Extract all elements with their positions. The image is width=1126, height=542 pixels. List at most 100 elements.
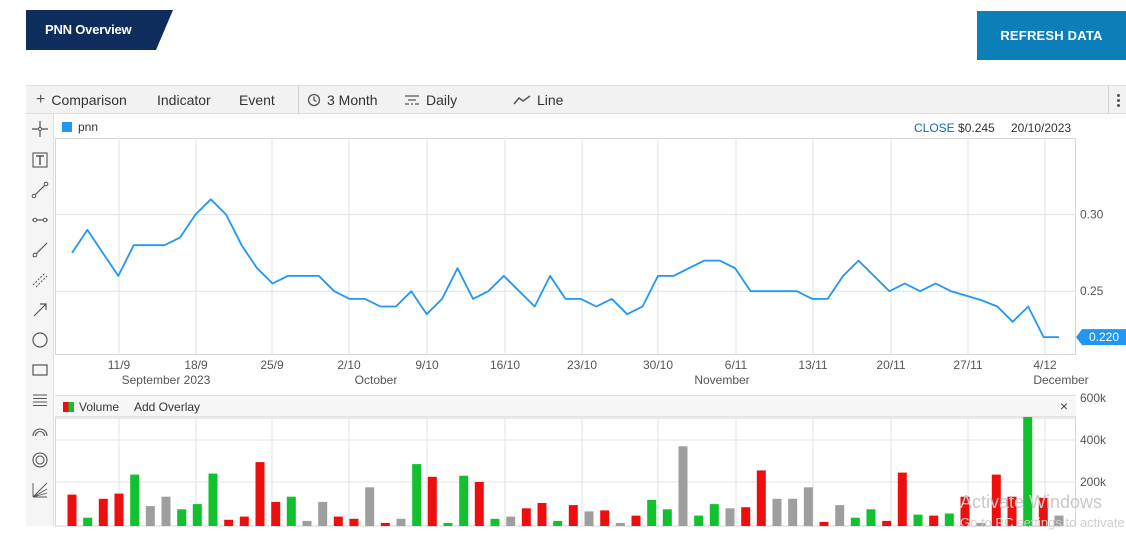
interval-label: Daily [426, 92, 458, 108]
text-tool-icon[interactable] [31, 151, 49, 169]
volume-bar [741, 507, 751, 526]
x-tick-label: 9/10 [415, 358, 439, 372]
volume-bar [302, 520, 312, 526]
clock-icon [307, 93, 321, 107]
volume-y-tick: 200k [1080, 475, 1107, 489]
volume-bar [490, 518, 500, 527]
volume-swatch-icon [63, 402, 74, 412]
fibonacci-lines-icon[interactable] [31, 391, 49, 409]
month-label: September 2023 [122, 373, 211, 387]
channel-icon[interactable] [31, 271, 49, 289]
close-price-readout: CLOSE $0.245 [914, 121, 995, 135]
trend-line-icon[interactable] [31, 181, 49, 199]
volume-bar [678, 446, 688, 526]
rectangle-tool-icon[interactable] [31, 361, 49, 379]
x-tick-label: 4/12 [1033, 358, 1057, 372]
close-volume-panel-icon[interactable]: × [1060, 398, 1068, 414]
volume-bar [145, 506, 155, 526]
fibonacci-circle-icon[interactable] [31, 451, 49, 469]
volume-bar [239, 516, 249, 526]
more-options-icon[interactable] [1110, 86, 1126, 114]
volume-y-tick: 400k [1080, 433, 1107, 447]
interval-icon [405, 95, 419, 105]
series-swatch [62, 122, 72, 132]
activate-windows-watermark: Activate Windows [960, 492, 1103, 512]
volume-bar [506, 516, 516, 526]
chart-type-label: Line [537, 92, 564, 108]
volume-bar [725, 508, 735, 527]
fibonacci-fan-icon[interactable] [31, 481, 49, 499]
volume-bar [913, 514, 923, 526]
month-label: November [694, 373, 749, 387]
volume-bar [380, 522, 390, 526]
refresh-data-button[interactable]: REFRESH DATA [977, 11, 1126, 60]
volume-bar [615, 522, 625, 526]
price-y-tick: 0.30 [1080, 208, 1104, 222]
horizontal-line-icon[interactable] [31, 211, 49, 229]
period-label: 3 Month [327, 92, 378, 108]
volume-bar [568, 505, 578, 526]
circle-tool-icon[interactable] [31, 331, 49, 349]
month-label: December [1033, 373, 1088, 387]
activate-windows-subtext: Go to PC settings to activate [960, 515, 1125, 530]
comparison-button[interactable]: + Comparison [36, 92, 127, 109]
x-tick-label: 18/9 [184, 358, 208, 372]
volume-bar [177, 509, 187, 526]
volume-bar [208, 473, 218, 526]
volume-bar [772, 498, 782, 526]
arrow-icon[interactable] [31, 301, 49, 319]
close-value: $0.245 [958, 121, 995, 135]
ray-line-icon[interactable] [31, 241, 49, 259]
volume-bar [819, 521, 829, 526]
crosshair-icon[interactable] [31, 120, 49, 138]
volume-bar [584, 511, 594, 526]
volume-bar [286, 496, 296, 526]
volume-bar [835, 505, 845, 526]
volume-bar [365, 487, 375, 527]
x-tick-label: 13/11 [798, 358, 827, 372]
volume-bar [553, 520, 563, 526]
page-title-tab: PNN Overview [26, 10, 173, 50]
volume-bar [647, 499, 657, 526]
volume-bar [850, 517, 860, 526]
interval-selector[interactable]: Daily [404, 92, 457, 108]
volume-bar [756, 470, 766, 526]
volume-bar [521, 508, 531, 527]
volume-bar [67, 494, 77, 526]
x-tick-label: 20/11 [876, 358, 905, 372]
close-label: CLOSE [914, 121, 955, 135]
add-overlay-button[interactable]: Add Overlay [134, 400, 200, 414]
price-series-line [71, 198, 1059, 339]
volume-bar [662, 509, 672, 526]
volume-bar [694, 515, 704, 526]
x-tick-label: 23/10 [567, 358, 597, 372]
x-tick-label: 30/10 [643, 358, 673, 372]
volume-bar [537, 503, 547, 526]
indicator-button[interactable]: Indicator [157, 92, 211, 108]
event-label: Event [239, 92, 275, 108]
event-button[interactable]: Event [239, 92, 275, 108]
quote-date: 20/10/2023 [1011, 121, 1072, 135]
fibonacci-arc-icon[interactable] [31, 421, 49, 439]
line-chart-icon [513, 95, 531, 105]
price-volume-chart[interactable]: 0.30 0.25 600k 400k 200k 11/9 18/9 25/9 2/10 9/10… [55, 114, 1126, 542]
volume-bar [161, 496, 171, 526]
volume-bar [349, 518, 359, 527]
volume-panel-header: Volume Add Overlay × [55, 395, 1076, 417]
volume-bar [83, 517, 93, 526]
chart-toolbar: + Comparison Indicator Event 3 Month Dai… [26, 85, 1126, 114]
chart-type-selector[interactable]: Line [513, 92, 563, 108]
volume-bar [255, 462, 265, 526]
volume-bar [318, 501, 328, 526]
volume-bar [412, 464, 422, 526]
page-title: PNN Overview [45, 22, 132, 37]
series-legend: pnn [62, 120, 98, 134]
volume-bar [474, 482, 484, 526]
comparison-label: Comparison [51, 92, 127, 108]
volume-label: Volume [79, 400, 120, 414]
series-name: pnn [78, 120, 99, 134]
volume-bar [788, 498, 798, 526]
period-selector[interactable]: 3 Month [307, 92, 378, 108]
toolbar-divider-right [1108, 86, 1109, 114]
volume-bar [98, 498, 108, 526]
